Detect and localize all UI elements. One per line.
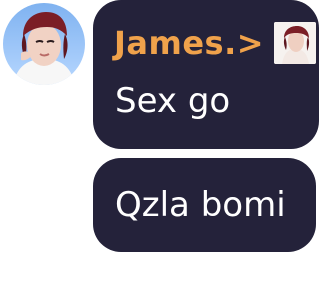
user-avatar-icon[interactable]: [3, 3, 85, 85]
sender-row: James.>: [114, 22, 317, 64]
message-bubble[interactable]: James.> Sex go: [93, 0, 319, 149]
message-text: Qzla bomi: [115, 185, 286, 225]
message-bubble[interactable]: Qzla bomi: [93, 158, 316, 252]
sender-name: James.>: [114, 24, 265, 62]
sender-thumbnail-icon: [274, 22, 317, 64]
message-text: Sex go: [115, 81, 231, 121]
